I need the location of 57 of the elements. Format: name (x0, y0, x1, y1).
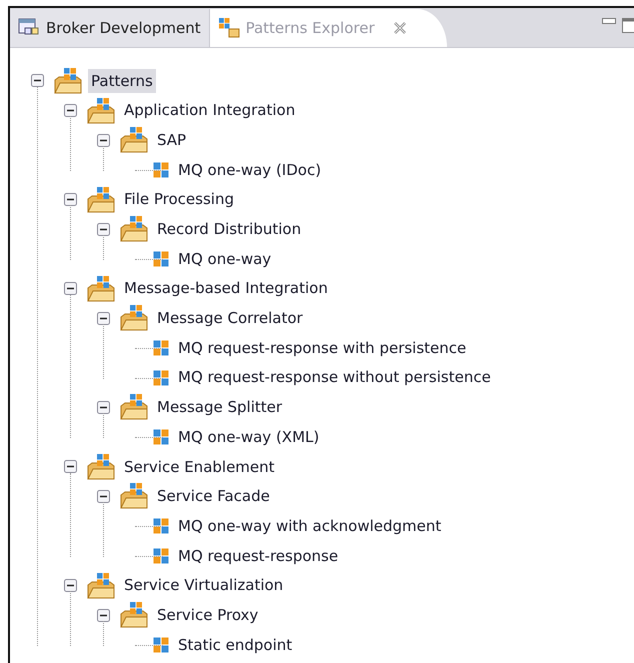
pattern-icon (153, 518, 169, 534)
pattern-folder-icon (87, 276, 115, 302)
collapse-icon[interactable] (30, 74, 44, 88)
collapse-icon[interactable] (96, 222, 110, 236)
pattern-tab-icon (218, 17, 240, 39)
pattern-folder-icon (120, 216, 148, 242)
pattern-folder-icon (120, 127, 148, 154)
tree-item[interactable]: Record Distribution (154, 217, 304, 242)
pattern-folder-icon (87, 186, 115, 213)
tree-item[interactable]: MQ one-way (175, 246, 274, 272)
maximize-icon[interactable] (622, 18, 634, 34)
tree-item[interactable]: File Processing (121, 187, 237, 212)
pattern-icon (153, 340, 169, 356)
collapse-icon[interactable] (96, 608, 110, 622)
pattern-icon (153, 548, 169, 564)
collapse-icon[interactable] (64, 193, 76, 206)
tree-item[interactable]: Static endpoint (175, 632, 296, 658)
pattern-folder-icon (87, 98, 115, 124)
pattern-folder-icon (120, 305, 148, 332)
collapse-icon[interactable] (64, 579, 76, 592)
tree-item[interactable]: Application Integration (121, 98, 298, 123)
collapse-icon[interactable] (64, 104, 76, 118)
pattern-folder-icon (120, 602, 148, 628)
collapse-icon[interactable] (96, 490, 110, 503)
pattern-folder-icon (87, 572, 115, 599)
tree-item[interactable]: MQ request-response (175, 544, 342, 568)
collapse-icon[interactable] (64, 460, 76, 474)
collapse-icon[interactable] (96, 134, 110, 147)
tree-item[interactable]: Message Correlator (154, 306, 306, 331)
pattern-folder-icon (87, 454, 115, 480)
tree-item[interactable]: Patterns (88, 68, 156, 94)
tree-item[interactable]: Service Proxy (154, 602, 262, 628)
tree-item[interactable]: MQ one-way with acknowledgment (175, 514, 444, 538)
tree-item[interactable]: MQ request-response without persistence (175, 365, 494, 390)
tree-item[interactable]: MQ one-way (IDoc) (175, 158, 324, 182)
pattern-icon (153, 162, 169, 178)
tree-item[interactable]: SAP (154, 128, 190, 152)
tree-item[interactable]: Service Facade (154, 484, 273, 509)
tree-item[interactable]: Service Enablement (121, 454, 278, 480)
pattern-icon (153, 429, 169, 446)
pattern-icon (153, 636, 169, 653)
tree-item[interactable]: MQ one-way (XML) (175, 424, 322, 450)
pattern-folder-icon (54, 68, 82, 94)
pattern-folder-icon (120, 483, 148, 510)
tree-item[interactable]: MQ request-response with persistence (175, 336, 470, 360)
tree-item[interactable]: Message-based Integration (121, 276, 331, 301)
collapse-icon[interactable] (96, 400, 110, 414)
pattern-folder-icon (120, 394, 148, 420)
pattern-icon (153, 250, 169, 267)
collapse-icon[interactable] (96, 312, 110, 325)
close-icon[interactable] (392, 21, 407, 35)
tree-item[interactable]: Message Splitter (154, 395, 286, 420)
collapse-icon[interactable] (64, 282, 76, 296)
pattern-icon (153, 370, 169, 386)
tab[interactable]: Broker Development (10, 9, 209, 47)
minimize-icon[interactable] (602, 18, 616, 26)
tree-item[interactable]: Service Virtualization (121, 573, 286, 598)
